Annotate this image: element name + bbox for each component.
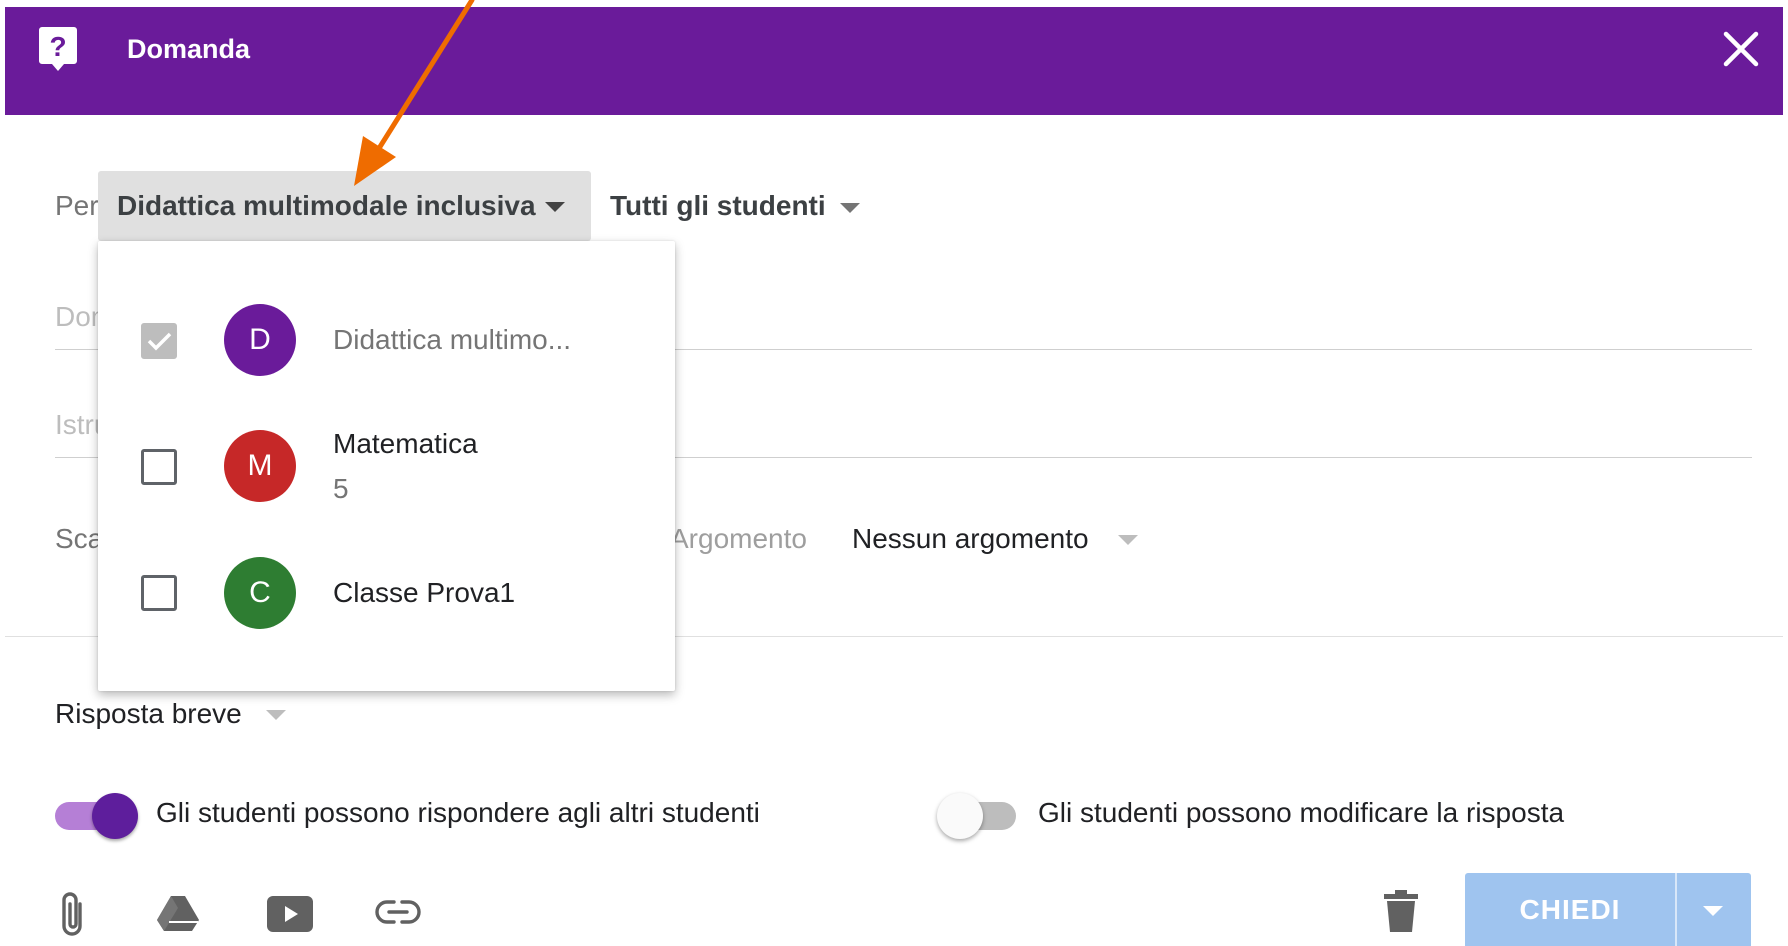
topic-select[interactable]: Nessun argomento [852, 522, 1089, 556]
close-icon[interactable] [1722, 30, 1760, 68]
class-checkbox[interactable] [141, 323, 177, 359]
topic-label: Argomento [670, 523, 807, 554]
check-icon [147, 332, 172, 351]
class-item-name[interactable]: Matematica [333, 427, 478, 461]
class-dropdown-menu [98, 241, 675, 691]
class-checkbox[interactable] [141, 575, 177, 611]
dialog-title: Domanda [127, 34, 251, 64]
chevron-down-icon[interactable] [1703, 906, 1723, 916]
class-item-name[interactable]: Didattica multimo... [333, 323, 571, 357]
class-item-subtitle: 5 [333, 473, 349, 504]
annotation-arrow-icon [354, 0, 475, 186]
drive-icon[interactable] [156, 894, 200, 932]
edit-toggle-label: Gli studenti possono modificare la rispo… [1038, 797, 1565, 828]
class-avatar: M [224, 430, 296, 502]
chevron-down-icon [1118, 535, 1138, 545]
students-select[interactable]: Tutti gli studenti [610, 189, 826, 223]
delete-icon[interactable] [1384, 890, 1418, 932]
ask-button-separator [1675, 873, 1677, 946]
class-avatar: C [224, 557, 296, 629]
class-avatar: D [224, 304, 296, 376]
help-bubble-icon: ? [39, 27, 77, 71]
reply-toggle-knob[interactable] [92, 793, 138, 839]
chevron-down-icon [266, 710, 286, 720]
ask-button-label: CHIEDI [1519, 894, 1621, 925]
for-label: Per [55, 190, 99, 221]
dialog-header [5, 7, 1783, 115]
class-checkbox[interactable] [141, 449, 177, 485]
chevron-down-icon [840, 203, 860, 213]
class-item-name[interactable]: Classe Prova1 [333, 576, 515, 610]
chevron-down-icon [545, 202, 565, 212]
answer-type-select[interactable]: Risposta breve [55, 697, 242, 731]
youtube-icon[interactable] [267, 896, 313, 932]
attach-icon[interactable] [58, 890, 88, 940]
edit-toggle-knob[interactable] [937, 793, 983, 839]
link-icon[interactable] [374, 898, 422, 926]
reply-toggle-label: Gli studenti possono rispondere agli alt… [156, 797, 760, 828]
svg-text:?: ? [49, 31, 66, 62]
